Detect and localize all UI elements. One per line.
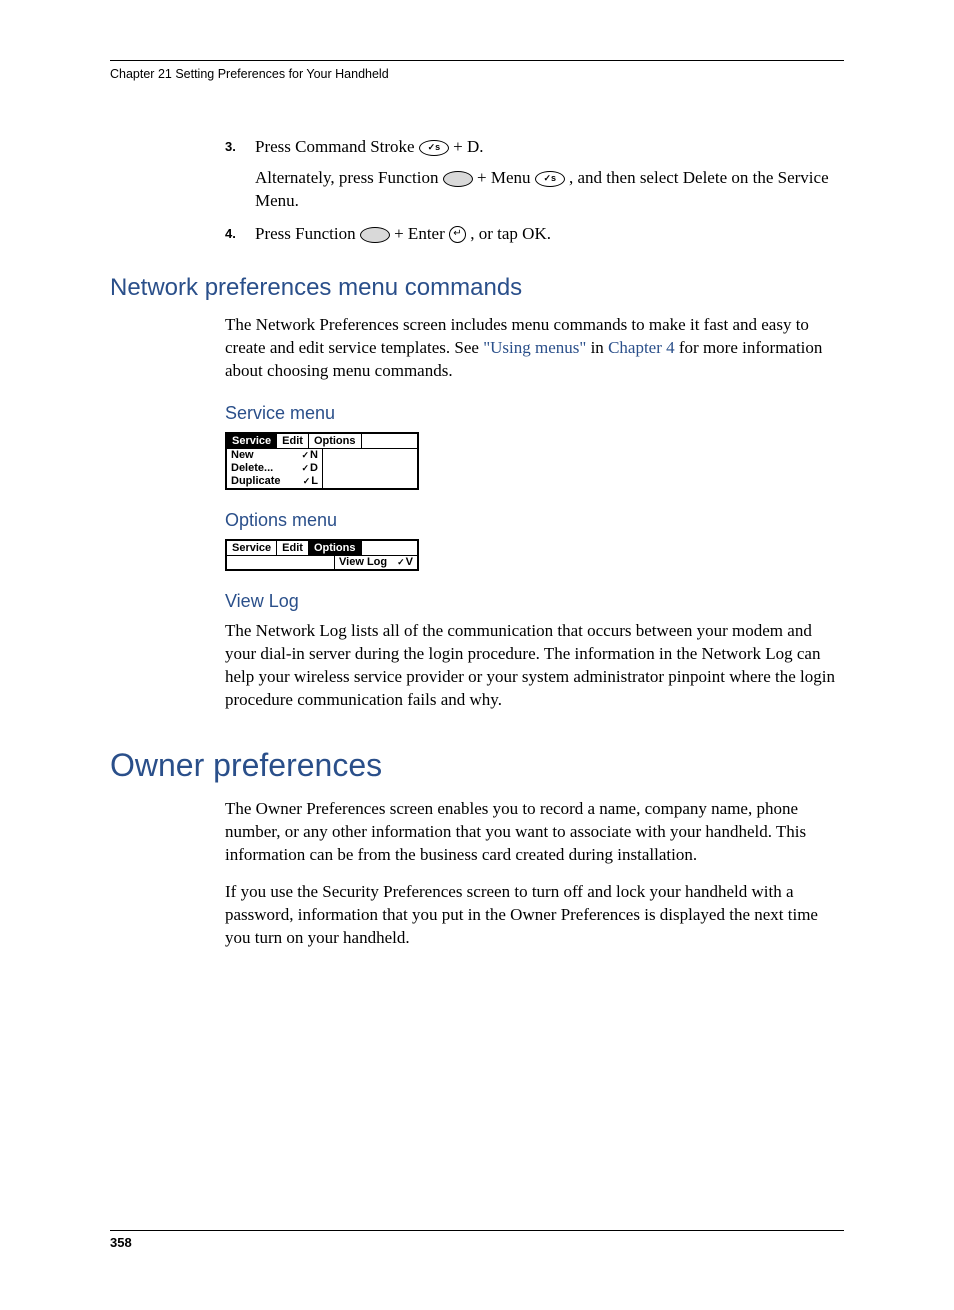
menu-tab-options: Options	[309, 434, 362, 449]
step-number: 4.	[225, 225, 236, 243]
menu-tab-service: Service	[227, 434, 277, 449]
step-3: 3. Press Command Stroke ✓s + D. Alternat…	[225, 136, 844, 213]
link-chapter-4[interactable]: Chapter 4	[608, 338, 675, 357]
step-text: Press Function	[255, 224, 360, 243]
step-number: 3.	[225, 138, 236, 156]
link-using-menus[interactable]: "Using menus"	[483, 338, 586, 357]
heading-service-menu: Service menu	[225, 403, 844, 424]
service-menu-screenshot: Service Edit Options NewN Delete...D Dup…	[225, 432, 419, 491]
menu-item-view-log: View Log V	[334, 556, 417, 569]
body-text: The Network Log lists all of the communi…	[225, 620, 844, 712]
function-key-icon	[443, 171, 473, 187]
body-text: The Network Preferences screen includes …	[225, 314, 844, 383]
heading-options-menu: Options menu	[225, 510, 844, 531]
body-text: If you use the Security Preferences scre…	[225, 881, 844, 950]
menu-tab-options: Options	[309, 541, 362, 556]
step-text: + D.	[453, 137, 483, 156]
heading-network-menu-commands: Network preferences menu commands	[110, 274, 844, 302]
options-menu-screenshot: Service Edit Options View Log V	[225, 539, 419, 571]
step-text: Alternately, press Function	[255, 168, 443, 187]
heading-owner-preferences: Owner preferences	[110, 747, 844, 784]
footer-rule	[110, 1230, 844, 1231]
step-text: Press Command Stroke	[255, 137, 419, 156]
heading-view-log: View Log	[225, 591, 844, 612]
function-key-icon	[360, 227, 390, 243]
command-stroke-icon: ✓s	[419, 140, 449, 156]
menu-item-new: NewN	[227, 449, 322, 462]
running-head: Chapter 21 Setting Preferences for Your …	[110, 67, 844, 81]
menu-item-duplicate: DuplicateL	[227, 475, 322, 488]
menu-tab-service: Service	[227, 541, 277, 556]
step-text: + Menu	[477, 168, 535, 187]
step-4: 4. Press Function + Enter ↵ , or tap OK.	[225, 223, 844, 246]
menu-tab-edit: Edit	[277, 541, 309, 556]
menu-tab-edit: Edit	[277, 434, 309, 449]
header-rule	[110, 60, 844, 61]
enter-key-icon: ↵	[449, 226, 466, 243]
page-footer: 358	[110, 1230, 844, 1250]
step-text: + Enter	[394, 224, 449, 243]
body-text: The Owner Preferences screen enables you…	[225, 798, 844, 867]
menu-key-icon: ✓s	[535, 171, 565, 187]
page-number: 358	[110, 1235, 844, 1250]
text: in	[591, 338, 608, 357]
menu-item-delete: Delete...D	[227, 462, 322, 475]
step-text: , or tap OK.	[470, 224, 551, 243]
